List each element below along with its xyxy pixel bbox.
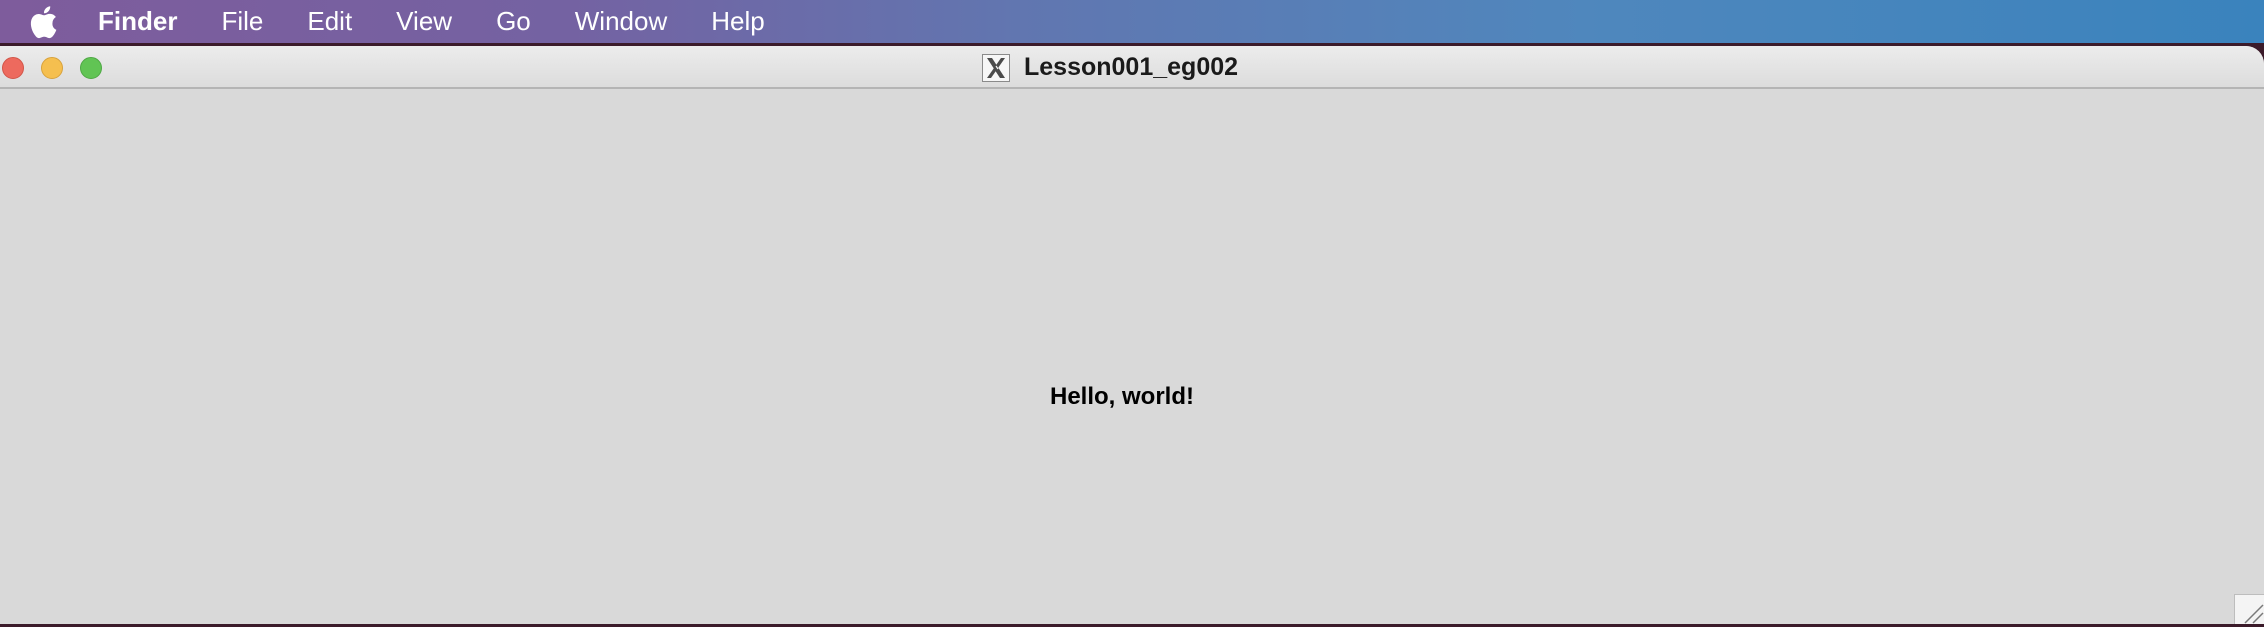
minimize-window-button[interactable] xyxy=(41,57,63,79)
window-titlebar[interactable]: Lesson001_eg002 xyxy=(0,46,2264,89)
close-window-button[interactable] xyxy=(2,57,24,79)
hello-label: Hello, world! xyxy=(1050,383,1194,410)
x11-icon xyxy=(982,53,1010,82)
menu-edit[interactable]: Edit xyxy=(307,0,352,43)
resize-grip-icon[interactable] xyxy=(2234,594,2264,624)
app-window: Lesson001_eg002 Hello, world! xyxy=(0,46,2264,624)
window-content: Hello, world! xyxy=(0,89,2264,624)
menu-help[interactable]: Help xyxy=(711,0,764,43)
maximize-window-button[interactable] xyxy=(80,57,102,79)
menu-window[interactable]: Window xyxy=(575,0,667,43)
window-title: Lesson001_eg002 xyxy=(1024,53,1239,81)
apple-menu-icon[interactable] xyxy=(24,2,62,42)
menu-go[interactable]: Go xyxy=(496,0,531,43)
menu-finder[interactable]: Finder xyxy=(98,0,177,43)
menu-file[interactable]: File xyxy=(221,0,263,43)
menu-bar: Finder File Edit View Go Window Help xyxy=(0,0,2264,43)
menu-view[interactable]: View xyxy=(396,0,452,43)
window-title-group: Lesson001_eg002 xyxy=(982,46,1238,89)
